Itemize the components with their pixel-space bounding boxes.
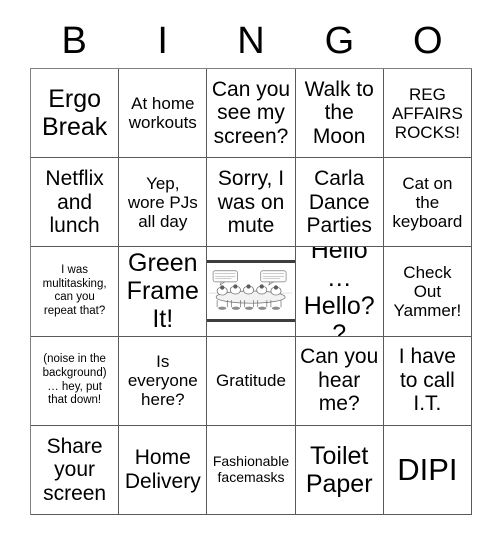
bingo-cell[interactable]: Can you see my screen? [207,69,296,159]
bingo-grid: Ergo Break At home workouts Can you see my… [30,68,472,515]
bingo-cell[interactable]: REG AFFAIRS ROCKS! [383,69,472,159]
bingo-cell-label: Green Frame It! [126,249,199,334]
bingo-cell[interactable]: Home Delivery [119,425,208,515]
bingo-cell-label: DIPI [397,451,458,487]
bingo-cell-label: Toilet Paper [305,441,373,498]
bingo-cell[interactable]: Can you hear me? [295,336,384,426]
bingo-cell[interactable]: Fashionable facemasks [207,425,296,515]
bingo-cell[interactable]: Yep, wore PJs all day [119,158,208,248]
header-letter-b: B [61,20,87,62]
bingo-cell[interactable]: DIPI [383,425,472,515]
bingo-cell[interactable]: Netflix and lunch [31,158,120,248]
bingo-cell-label: Fashionable facemasks [212,453,290,485]
bingo-cell-label: Carla Dance Parties [306,167,372,238]
bingo-cell-label: Yep, wore PJs all day [127,173,198,231]
bingo-cell[interactable]: Check Out Yammer! [383,247,472,337]
bingo-cell-label: Share your screen [43,434,107,505]
bingo-cell-label: Cat on the keyboard [392,173,463,231]
bingo-cell[interactable]: Carla Dance Parties [295,158,384,248]
header-letter-n: N [237,20,265,62]
bingo-cell[interactable]: Is everyone here? [119,336,208,426]
bingo-cell-label: I have to call I.T. [398,345,456,416]
bingo-cell[interactable]: Ergo Break [31,69,120,159]
bingo-cell-label: Ergo Break [41,85,108,142]
bingo-cell[interactable]: Walk to the Moon [295,69,384,159]
bingo-cell[interactable]: Cat on the keyboard [383,158,472,248]
bingo-cell-label: Netflix and lunch [45,167,104,238]
bingo-cell[interactable]: Green Frame It! [119,247,208,337]
bingo-cell[interactable]: Sorry, I was on mute [207,158,296,248]
bingo-cell-label: Gratitude [216,371,286,391]
bingo-cell[interactable]: At home workouts [119,69,208,159]
bingo-cell-label: (noise in the background) … hey, put tha… [42,353,107,407]
bingo-cell[interactable]: I have to call I.T. [383,336,472,426]
bingo-cell[interactable]: Share your screen [31,425,120,515]
bingo-cell-label: At home workouts [128,94,197,133]
cartoon-conference-table-icon [207,260,295,323]
header-letter-g: G [324,20,355,62]
bingo-cell-label: Walk to the Moon [304,77,374,148]
bingo-cell-label: Sorry, I was on mute [217,167,285,238]
bingo-cell-label: Can you see my screen? [211,77,291,148]
bingo-cell[interactable]: (noise in the background) … hey, put tha… [31,336,120,426]
bingo-cell[interactable]: Hello… Hello?? [295,247,384,337]
bingo-cell-label: Is everyone here? [127,352,198,410]
bingo-cell-label: I was multitasking, can you repeat that? [42,263,107,318]
bingo-cell-label: Hello… Hello?? [303,247,375,337]
bingo-cell-label: Can you hear me? [300,345,379,416]
bingo-cell[interactable]: Toilet Paper [295,425,384,515]
bingo-cell[interactable]: I was multitasking, can you repeat that? [31,247,120,337]
header-letter-i: I [157,20,168,62]
bingo-header: B I N G O [30,14,472,68]
bingo-cell-label: Home Delivery [124,446,201,493]
bingo-card: B I N G O Ergo Break At home workouts Can … [0,0,500,544]
bingo-cell-label: REG AFFAIRS ROCKS! [391,84,463,142]
bingo-cell-image[interactable] [207,247,296,337]
bingo-cell[interactable]: Gratitude [207,336,296,426]
bingo-cell-label: Check Out Yammer! [393,262,462,320]
header-letter-o: O [413,20,443,62]
